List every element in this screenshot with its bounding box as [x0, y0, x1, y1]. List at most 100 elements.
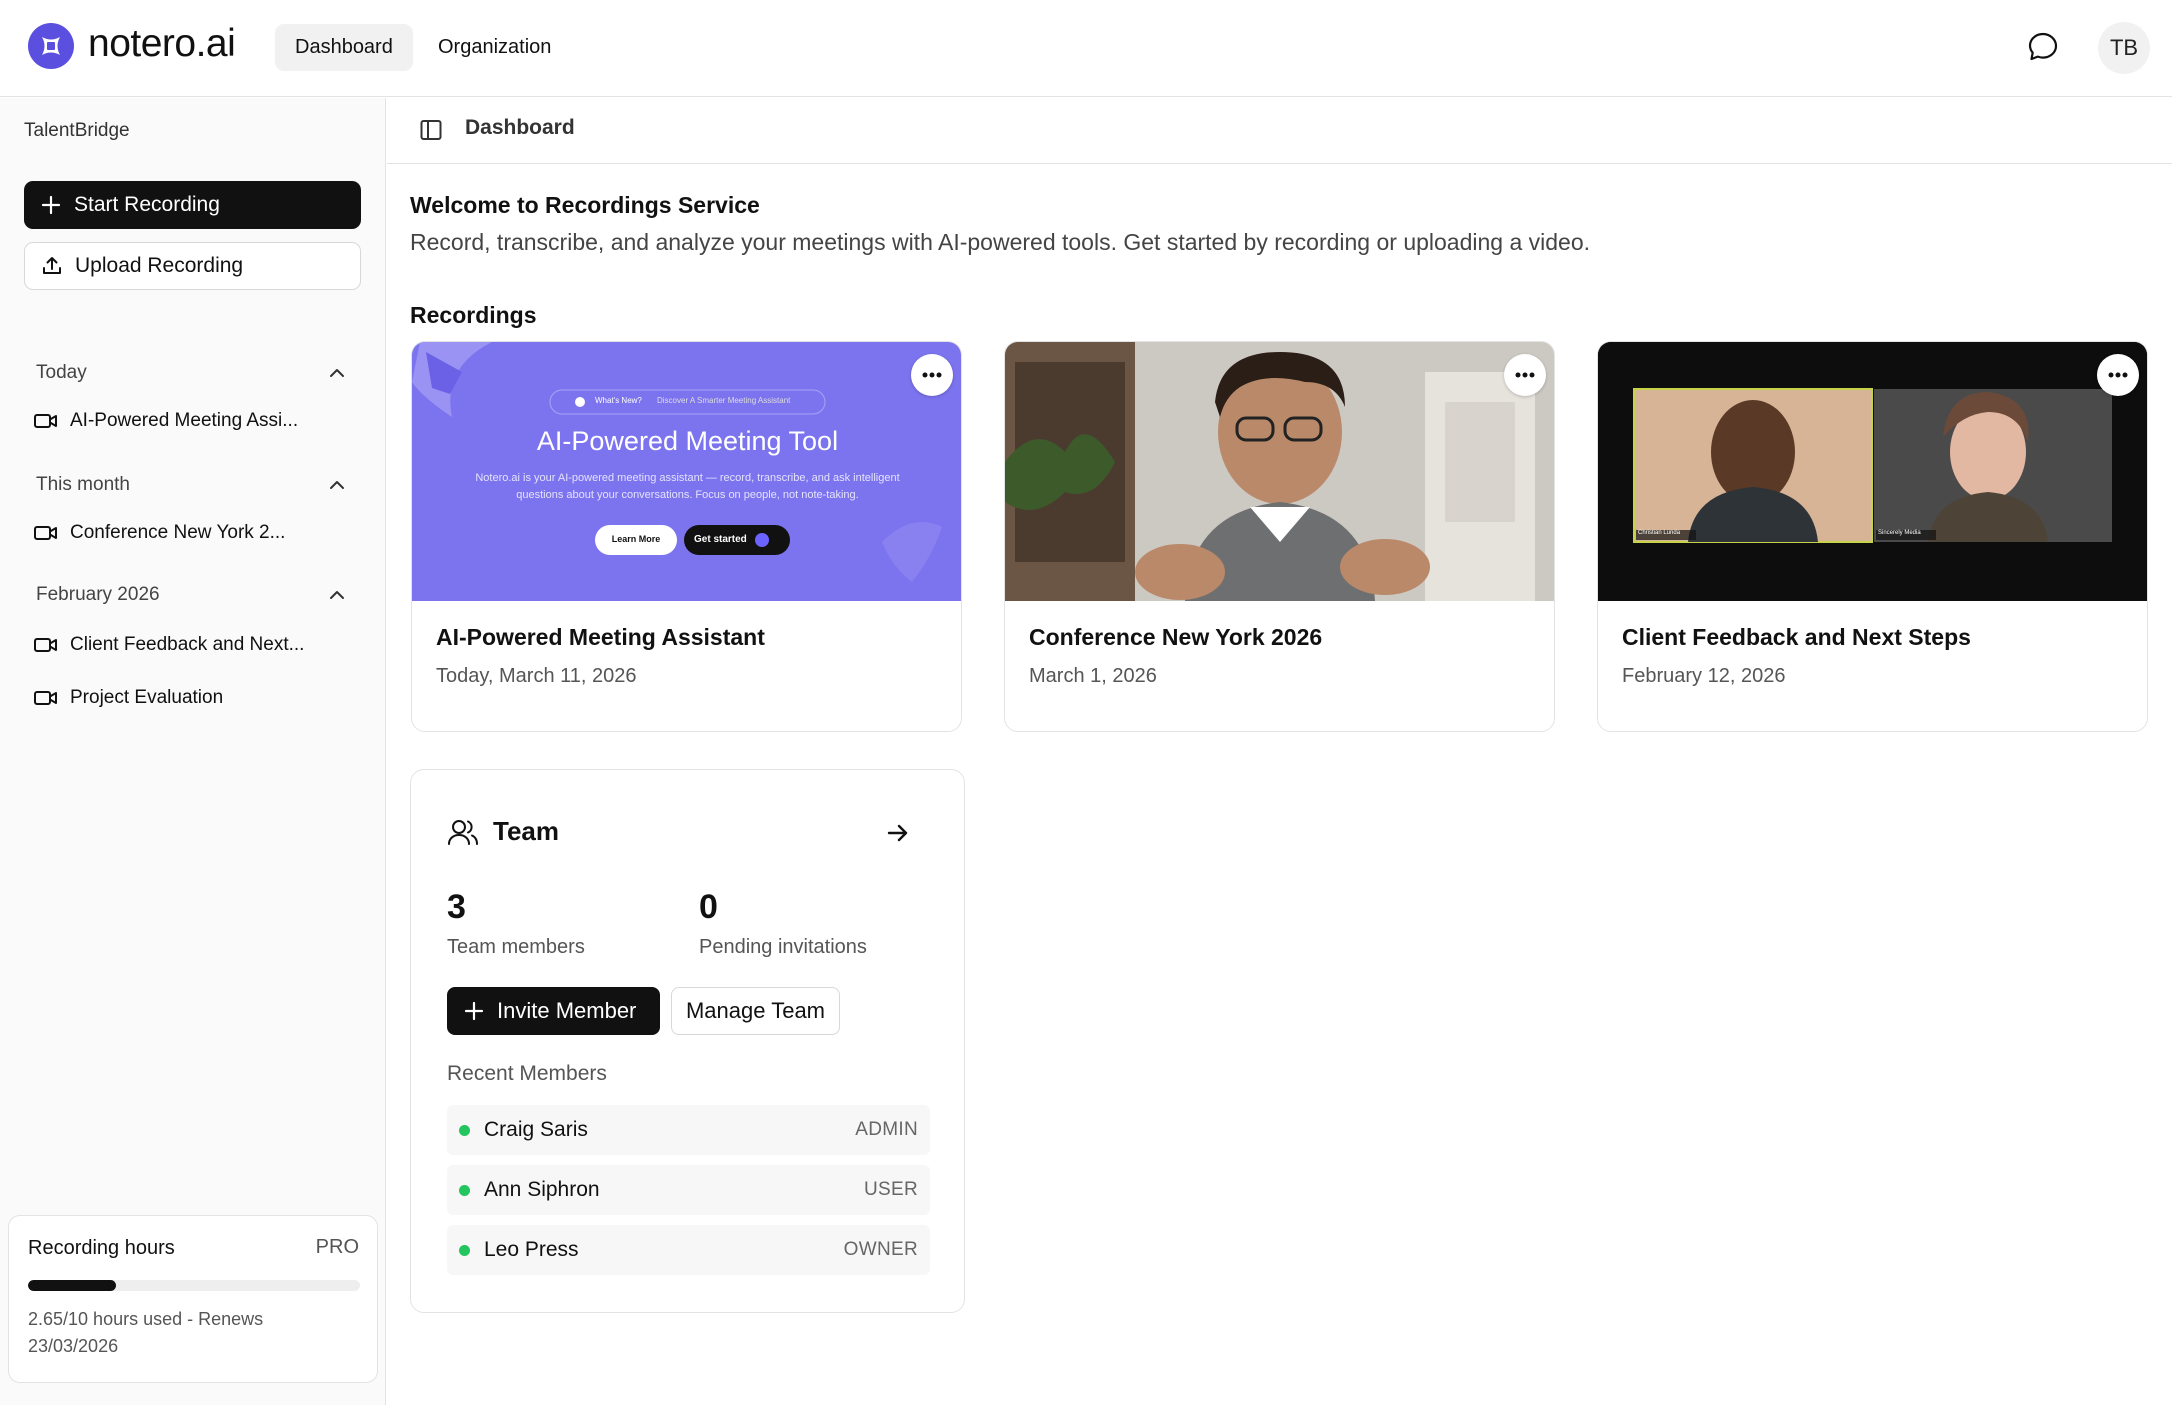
user-avatar[interactable]: TB [2098, 22, 2150, 74]
team-members-label: Team members [447, 936, 585, 958]
recording-item-label: AI-Powered Meeting Assi... [70, 410, 299, 431]
thumb-body: Notero.ai is your AI-powered meeting ass… [475, 472, 900, 501]
recording-hours-card: Recording hours PRO 2.65/10 hours used -… [8, 1215, 378, 1383]
recording-thumbnail [1005, 342, 1554, 601]
thumb-pill-left: What's New? [595, 396, 642, 405]
group-today-header[interactable]: Today [36, 358, 348, 388]
member-row[interactable]: Ann Siphron USER [447, 1165, 930, 1215]
member-row[interactable]: Craig Saris ADMIN [447, 1105, 930, 1155]
video-icon [34, 526, 57, 540]
plus-icon [41, 195, 61, 215]
chevron-up-icon [330, 369, 344, 377]
member-name: Leo Press [484, 1238, 579, 1261]
arrow-right-icon[interactable] [885, 820, 911, 851]
recording-item-label: Client Feedback and Next... [70, 634, 305, 655]
video-icon [34, 638, 57, 652]
team-title: Team [493, 816, 559, 846]
recordings-section-title: Recordings [410, 302, 537, 328]
nav-dashboard[interactable]: Dashboard [275, 24, 413, 71]
chevron-up-icon [330, 481, 344, 489]
brand-name: notero.ai [88, 22, 236, 65]
member-role: OWNER [843, 1239, 918, 1260]
recording-card[interactable]: Conference New York 2026 March 1, 2026 [1004, 341, 1555, 732]
usage-text: 2.65/10 hours used - Renews 23/03/2026 [28, 1309, 264, 1356]
pending-invitations-count: 0 [699, 888, 718, 926]
thumb-learn-more: Learn More [611, 534, 661, 544]
more-icon [1515, 372, 1535, 378]
recording-thumbnail: What's New? Discover A Smarter Meeting A… [412, 342, 961, 601]
upload-recording-button[interactable]: Upload Recording [24, 242, 361, 290]
organization-name: TalentBridge [24, 120, 130, 141]
online-status-dot [459, 1244, 470, 1256]
tile-label-left: Christian Lunda [1638, 530, 1681, 536]
team-members-count: 3 [447, 888, 466, 926]
page-title: Dashboard [465, 116, 575, 139]
video-icon [34, 691, 57, 705]
member-name: Craig Saris [484, 1118, 588, 1141]
recording-title: AI-Powered Meeting Assistant [436, 624, 765, 650]
more-icon [922, 372, 942, 378]
welcome-subtitle: Record, transcribe, and analyze your mee… [410, 229, 1591, 255]
plan-badge: PRO [315, 1236, 359, 1258]
usage-progress-fill [28, 1280, 116, 1291]
recent-members-label: Recent Members [447, 1062, 607, 1085]
member-role: USER [864, 1179, 918, 1200]
recording-title: Conference New York 2026 [1029, 624, 1323, 650]
sidebar-recording-item[interactable]: Conference New York 2... [34, 518, 334, 548]
recording-title: Client Feedback and Next Steps [1622, 624, 1971, 650]
recording-date: February 12, 2026 [1622, 665, 1786, 687]
thumb-get-started: Get started [694, 534, 747, 545]
invite-member-label: Invite Member [497, 998, 637, 1023]
start-recording-label: Start Recording [74, 193, 220, 216]
group-this-month-header[interactable]: This month [36, 470, 348, 500]
more-options-button[interactable] [1504, 354, 1546, 396]
member-role: ADMIN [855, 1119, 918, 1140]
breadcrumb: Dashboard [387, 98, 2172, 164]
team-card: Team 3 Team members 0 Pending invitation… [410, 769, 965, 1313]
users-icon [448, 819, 478, 845]
member-name: Ann Siphron [484, 1178, 600, 1201]
thumb-heading: AI-Powered Meeting Tool [536, 426, 839, 456]
more-options-button[interactable] [2097, 354, 2139, 396]
chevron-up-icon [330, 591, 344, 599]
more-options-button[interactable] [911, 354, 953, 396]
video-icon [34, 414, 57, 428]
pending-invitations-label: Pending invitations [699, 936, 867, 958]
online-status-dot [459, 1184, 470, 1196]
upload-icon [43, 257, 61, 274]
group-label: February 2026 [36, 584, 160, 605]
upload-recording-label: Upload Recording [75, 254, 244, 277]
sidebar-recording-item[interactable]: Client Feedback and Next... [34, 630, 334, 660]
plus-icon [464, 1001, 484, 1021]
recording-date: Today, March 11, 2026 [436, 665, 637, 687]
more-icon [2108, 372, 2128, 378]
sidebar-toggle-icon[interactable] [419, 118, 443, 147]
sidebar-recording-item[interactable]: AI-Powered Meeting Assi... [34, 406, 334, 436]
recording-item-label: Conference New York 2... [70, 522, 286, 543]
recording-card[interactable]: Christian Lunda Sincerely Media Client F… [1597, 341, 2148, 732]
usage-title: Recording hours [28, 1237, 175, 1259]
recording-date: March 1, 2026 [1029, 665, 1157, 687]
usage-progress-bar [28, 1280, 360, 1291]
thumb-pill-right: Discover A Smarter Meeting Assistant [657, 396, 791, 405]
recording-card[interactable]: What's New? Discover A Smarter Meeting A… [411, 341, 962, 732]
nav-organization[interactable]: Organization [418, 24, 571, 71]
member-row[interactable]: Leo Press OWNER [447, 1225, 930, 1275]
sidebar-recording-item[interactable]: Project Evaluation [34, 683, 334, 713]
recording-item-label: Project Evaluation [70, 687, 224, 708]
recording-thumbnail: Christian Lunda Sincerely Media [1598, 342, 2147, 601]
chat-icon[interactable] [2024, 28, 2062, 66]
invite-member-button[interactable]: Invite Member [447, 987, 660, 1035]
team-header: Team [447, 816, 559, 847]
start-recording-button[interactable]: Start Recording [24, 181, 361, 229]
group-label: This month [36, 474, 130, 495]
online-status-dot [459, 1124, 470, 1136]
top-bar: notero.ai Dashboard Organization TB [0, 0, 2172, 97]
logo-icon [28, 23, 74, 69]
group-february-2026-header[interactable]: February 2026 [36, 580, 348, 610]
welcome-title: Welcome to Recordings Service [410, 192, 760, 218]
manage-team-button[interactable]: Manage Team [671, 987, 840, 1035]
group-label: Today [36, 362, 87, 383]
sidebar: TalentBridge Start Recording Upload Reco… [0, 98, 386, 1405]
tile-label-right: Sincerely Media [1878, 530, 1921, 536]
